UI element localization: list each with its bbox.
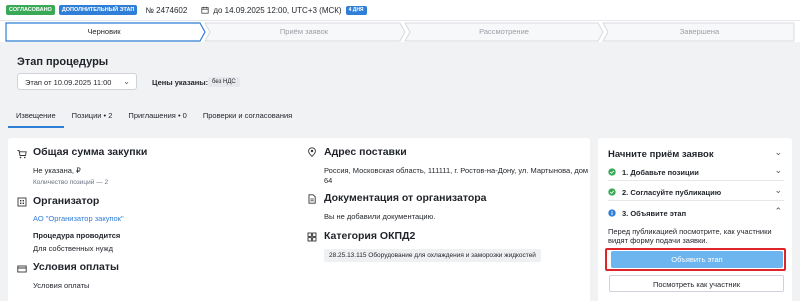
side-title: Начните приём заявок xyxy=(608,149,714,160)
status-badge: СОГЛАСОВАНО xyxy=(6,5,55,15)
step-draft[interactable]: Черновик xyxy=(6,27,202,36)
stage-badge: ДОПОЛНИТЕЛЬНЫЙ ЭТАП xyxy=(58,5,138,15)
address-line2: 64 xyxy=(324,176,333,185)
prices-label: Цены указаны: xyxy=(152,78,209,87)
organizer-link[interactable]: АО "Организатор закупок" xyxy=(33,214,124,223)
address-title: Адрес поставки xyxy=(324,146,407,158)
deadline-text: до 14.09.2025 12:00, UTC+3 (МСК) xyxy=(213,5,342,15)
procedure-number: № 2474602 xyxy=(145,5,188,15)
side-step-approve[interactable]: 2. Согласуйте публикацию ⌄ xyxy=(608,185,784,201)
stage-select-value: Этап от 10.09.2025 11:00 xyxy=(25,78,112,87)
info-icon xyxy=(608,209,616,217)
payment-title: Условия оплаты xyxy=(33,261,119,273)
tab-checks[interactable]: Проверки и согласования xyxy=(195,104,300,128)
step-complete[interactable]: Завершена xyxy=(605,27,794,36)
days-badge: 4 ДНЯ xyxy=(345,5,367,15)
side-step-label: 3. Объявите этап xyxy=(622,209,687,218)
document-icon xyxy=(308,194,316,204)
step-receiving[interactable]: Приём заявок xyxy=(207,27,401,36)
docs-title: Документация от организатора xyxy=(324,192,487,204)
chevron-down-icon[interactable]: ⌄ xyxy=(774,147,782,158)
total-value: Не указана, ₽ xyxy=(33,166,81,175)
okpd-title: Категория ОКПД2 xyxy=(324,230,416,242)
hint-line2: видят форму подачи заявки. xyxy=(608,236,708,245)
positions-count: Количество позиций — 2 xyxy=(33,179,109,186)
held-value: Для собственных нужд xyxy=(33,244,113,253)
chevron-up-icon: ⌃ xyxy=(774,206,782,216)
vat-badge: без НДС xyxy=(208,77,240,87)
calendar-icon xyxy=(201,6,209,14)
credit-card-icon xyxy=(17,265,27,273)
stage-title: Этап процедуры xyxy=(17,56,109,68)
notice-tabs: Извещение Позиции • 2 Приглашения • 0 Пр… xyxy=(8,104,300,128)
announce-stage-button[interactable]: Объявить этап xyxy=(611,251,783,268)
cart-icon xyxy=(17,150,27,159)
payment-value: Условия оплаты xyxy=(33,281,90,290)
procedure-steps: Черновик Приём заявок Рассмотрение Завер… xyxy=(0,20,800,42)
okpd-chip: 28.25.13.115 Оборудование для охлаждения… xyxy=(324,249,541,262)
chevron-down-icon: ⌄ xyxy=(123,77,130,86)
total-title: Общая сумма закупки xyxy=(33,146,148,158)
organizer-title: Организатор xyxy=(33,195,100,207)
hint-line1: Перед публикацией посмотрите, как участн… xyxy=(608,227,772,236)
notice-card: Общая сумма закупки Не указана, ₽ Количе… xyxy=(8,138,590,301)
side-step-label: 1. Добавьте позиции xyxy=(622,168,699,177)
docs-value: Вы не добавили документацию. xyxy=(324,212,436,221)
stage-select[interactable]: Этап от 10.09.2025 11:00 ⌄ xyxy=(17,73,137,90)
side-step-add-positions[interactable]: 1. Добавьте позиции ⌄ xyxy=(608,165,784,181)
side-step-label: 2. Согласуйте публикацию xyxy=(622,188,722,197)
tab-positions[interactable]: Позиции • 2 xyxy=(64,104,121,128)
side-step-announce[interactable]: 3. Объявите этап ⌃ xyxy=(608,206,784,222)
check-circle-icon xyxy=(608,188,616,196)
top-bar: СОГЛАСОВАНО ДОПОЛНИТЕЛЬНЫЙ ЭТАП № 247460… xyxy=(0,0,800,20)
check-circle-icon xyxy=(608,168,616,176)
preview-as-participant-button[interactable]: Посмотреть как участник xyxy=(609,275,784,292)
chevron-down-icon: ⌄ xyxy=(774,165,782,175)
location-pin-icon xyxy=(308,147,316,157)
held-label: Процедура проводится xyxy=(33,231,121,240)
step-review[interactable]: Рассмотрение xyxy=(407,27,601,36)
category-icon xyxy=(307,232,317,242)
organization-icon xyxy=(17,197,27,207)
tab-invitations[interactable]: Приглашения • 0 xyxy=(120,104,194,128)
address-line1: Россия, Московская область, 111111, г. Р… xyxy=(324,166,589,175)
tab-notice[interactable]: Извещение xyxy=(8,104,64,128)
chevron-down-icon: ⌄ xyxy=(774,185,782,195)
